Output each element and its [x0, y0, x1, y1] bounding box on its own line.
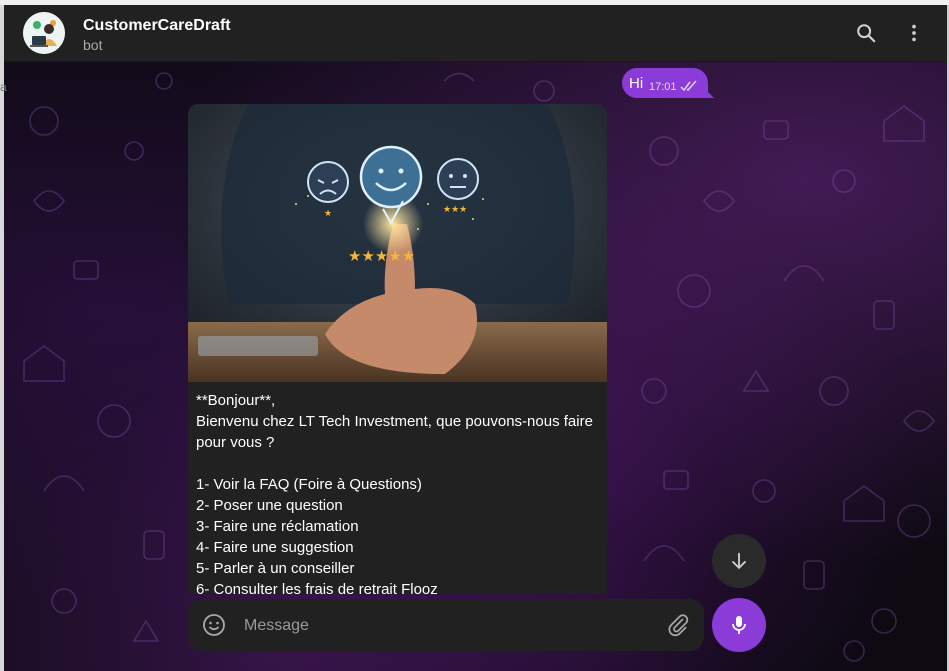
message-input[interactable] — [242, 613, 646, 639]
message-composer[interactable] — [188, 599, 704, 651]
chat-title: CustomerCareDraft — [83, 17, 231, 34]
outgoing-message-text: Hi — [629, 75, 644, 92]
emoji-icon — [203, 614, 225, 636]
edge-fragment-text: a — [0, 80, 7, 94]
incoming-message-text: **Bonjour**, Bienvenu chez LT Tech Inves… — [196, 392, 593, 594]
double-check-icon — [680, 80, 697, 92]
avatar[interactable] — [23, 12, 65, 54]
microphone-icon — [732, 616, 746, 634]
emoji-button[interactable] — [202, 613, 226, 642]
chat-subtitle: bot — [83, 37, 103, 53]
paperclip-icon — [668, 614, 689, 637]
scroll-to-bottom-button[interactable] — [712, 534, 766, 588]
more-options-button[interactable] — [900, 19, 928, 47]
bubble-tail — [704, 88, 714, 98]
record-voice-button[interactable] — [712, 598, 766, 652]
svg-text:★★★★★: ★★★★★ — [348, 247, 415, 265]
svg-text:★: ★ — [324, 209, 332, 219]
attach-button[interactable] — [666, 613, 690, 642]
search-button[interactable] — [852, 19, 880, 47]
incoming-message[interactable]: ★★★★★ ★ ★★★ **Bonjour**, Bienvenu chez L… — [188, 104, 607, 594]
outgoing-message-time: 17:01 — [649, 81, 677, 93]
arrow-down-icon — [732, 552, 746, 570]
more-vertical-icon — [912, 24, 916, 42]
chat-header[interactable]: CustomerCareDraft bot — [4, 5, 947, 62]
message-photo[interactable]: ★★★★★ ★ ★★★ — [188, 104, 607, 382]
avatar-illustration — [23, 12, 65, 54]
search-icon — [857, 24, 876, 43]
outgoing-message[interactable]: Hi 17:01 — [622, 68, 714, 98]
svg-text:★★★: ★★★ — [443, 205, 467, 215]
satisfaction-photo: ★★★★★ ★ ★★★ — [188, 104, 607, 382]
